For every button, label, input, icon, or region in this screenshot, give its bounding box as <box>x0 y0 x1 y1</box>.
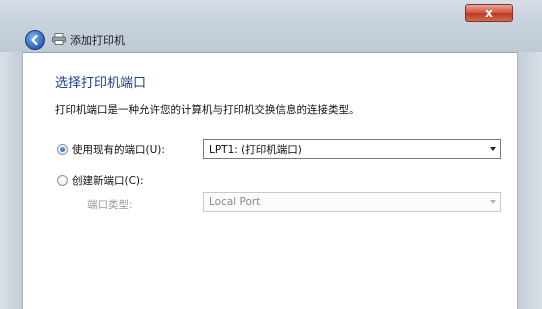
create-new-port-label[interactable]: 创建新端口(C): <box>72 173 144 188</box>
window-frame-right <box>518 52 542 309</box>
close-button[interactable]: x <box>465 4 513 22</box>
port-type-label: 端口类型: <box>87 199 133 211</box>
existing-port-select[interactable]: LPT1: (打印机端口) <box>203 139 501 159</box>
back-arrow-icon <box>31 34 38 46</box>
window-title: 添加打印机 <box>70 34 125 47</box>
close-icon: x <box>485 6 493 20</box>
chevron-down-icon <box>490 200 496 204</box>
page-description: 打印机端口是一种允许您的计算机与打印机交换信息的连接类型。 <box>55 104 360 116</box>
port-type-select[interactable]: Local Port <box>203 192 501 212</box>
port-type-value: Local Port <box>209 196 261 208</box>
wizard-content: 选择打印机端口 打印机端口是一种允许您的计算机与打印机交换信息的连接类型。 使用… <box>22 52 518 309</box>
use-existing-port-radio[interactable] <box>57 144 68 155</box>
printer-icon <box>52 33 66 45</box>
add-printer-window: x 添加打印机 选择打印机端口 打印机端口是一种允许您的计算机与打印机交换信息的… <box>0 0 542 309</box>
existing-port-value: LPT1: (打印机端口) <box>209 143 302 156</box>
use-existing-port-label[interactable]: 使用现有的端口(U): <box>72 142 165 157</box>
back-button[interactable] <box>25 30 45 50</box>
page-heading: 选择打印机端口 <box>55 76 147 91</box>
chevron-down-icon <box>490 147 496 151</box>
create-new-port-radio[interactable] <box>57 175 68 186</box>
window-frame-left <box>0 52 22 309</box>
